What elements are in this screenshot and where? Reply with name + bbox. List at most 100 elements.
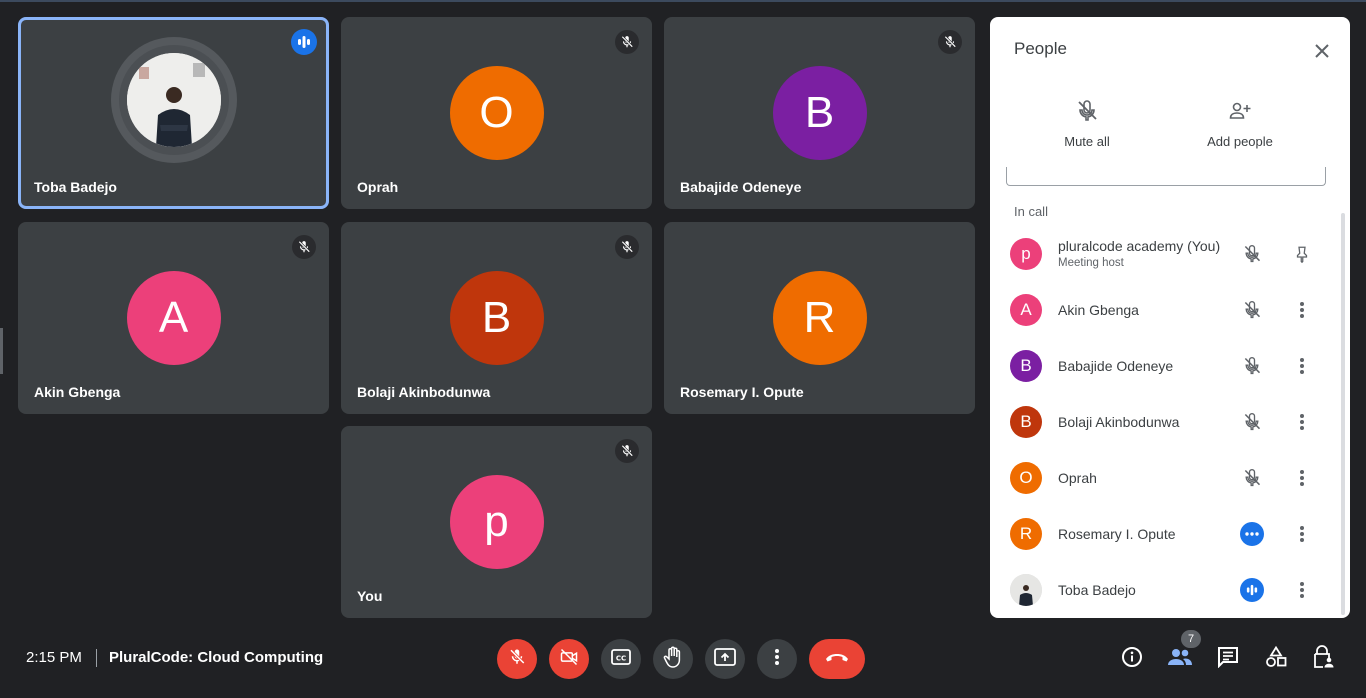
mic-off-icon (615, 30, 639, 54)
mic-off-icon (615, 235, 639, 259)
tile-name: Babajide Odeneye (680, 179, 802, 195)
more-options-icon[interactable] (1290, 354, 1314, 378)
mic-off-icon (508, 648, 526, 671)
connecting-icon (1240, 522, 1264, 546)
side-edge-handle[interactable] (0, 328, 3, 374)
add-people-button[interactable]: Add people (1185, 99, 1295, 149)
in-call-heading: In call (1014, 204, 1048, 219)
video-tile[interactable]: R Rosemary I. Opute (664, 222, 975, 414)
more-options-icon[interactable] (1290, 522, 1314, 546)
avatar: B (1010, 406, 1042, 438)
list-item[interactable]: p pluralcode academy (You) Meeting host (990, 226, 1340, 282)
person-role: Meeting host (1058, 257, 1124, 269)
avatar: O (449, 66, 544, 160)
mic-off-icon (1240, 466, 1264, 490)
scrollbar[interactable] (1341, 213, 1345, 615)
window-top-border (0, 0, 1366, 2)
lock-person-icon (1313, 644, 1335, 674)
avatar: R (1010, 518, 1042, 550)
leave-call-button[interactable] (809, 639, 865, 679)
present-screen-button[interactable] (705, 639, 745, 679)
panel-title: People (1014, 39, 1067, 58)
bottom-toolbar: 2:15 PM PluralCode: Cloud Computing CC 7 (0, 628, 1366, 688)
info-icon (1121, 646, 1143, 673)
person-name: Toba Badejo (1058, 582, 1136, 598)
list-item[interactable]: Toba Badejo (990, 562, 1340, 618)
video-tile-self[interactable]: p You (341, 426, 652, 618)
more-options-icon[interactable] (1290, 410, 1314, 434)
hand-icon (663, 646, 683, 673)
pin-icon[interactable] (1290, 242, 1314, 266)
video-tile[interactable]: O Oprah (341, 17, 652, 209)
people-panel: People Mute all Add people In call p plu… (990, 17, 1350, 618)
mic-off-icon (1240, 242, 1264, 266)
close-icon[interactable] (1308, 37, 1336, 65)
list-item[interactable]: B Babajide Odeneye (990, 338, 1340, 394)
mic-off-icon (615, 439, 639, 463)
tile-name: Rosemary I. Opute (680, 384, 804, 400)
tile-name: You (357, 588, 383, 604)
speaking-ring (110, 37, 237, 163)
more-options-icon[interactable] (1290, 578, 1314, 602)
mute-all-button[interactable]: Mute all (1032, 99, 1142, 149)
mic-off-icon (1240, 298, 1264, 322)
host-controls-button[interactable] (1311, 644, 1337, 674)
activities-button[interactable] (1263, 645, 1289, 673)
list-item[interactable]: B Bolaji Akinbodunwa (990, 394, 1340, 450)
person-name: Akin Gbenga (1058, 302, 1139, 318)
divider (96, 649, 97, 667)
more-options-icon[interactable] (1290, 298, 1314, 322)
avatar: R (772, 271, 867, 365)
people-button[interactable] (1167, 646, 1193, 672)
mic-off-icon (292, 235, 316, 259)
video-tile[interactable]: A Akin Gbenga (18, 222, 329, 414)
mic-off-icon (1240, 410, 1264, 434)
raise-hand-button[interactable] (653, 639, 693, 679)
person-name: Bolaji Akinbodunwa (1058, 414, 1180, 430)
mute-all-label: Mute all (1064, 134, 1110, 149)
avatar: B (449, 271, 544, 365)
mic-off-icon (938, 30, 962, 54)
search-people-input[interactable] (1006, 167, 1326, 186)
meeting-title: PluralCode: Cloud Computing (109, 649, 324, 666)
toggle-camera-button[interactable] (549, 639, 589, 679)
add-person-icon (1228, 102, 1252, 127)
people-icon (1167, 647, 1193, 672)
list-item[interactable]: O Oprah (990, 450, 1340, 506)
list-item[interactable]: A Akin Gbenga (990, 282, 1340, 338)
person-name: Babajide Odeneye (1058, 358, 1174, 374)
tile-name: Bolaji Akinbodunwa (357, 384, 491, 400)
person-name: pluralcode academy (You) (1058, 238, 1221, 254)
meeting-details-button[interactable] (1119, 646, 1145, 672)
person-name: Oprah (1058, 470, 1097, 486)
chat-icon (1217, 646, 1239, 673)
avatar (1010, 574, 1042, 606)
person-name: Rosemary I. Opute (1058, 526, 1176, 542)
avatar: A (126, 271, 221, 365)
more-vert-icon (774, 648, 780, 671)
chat-button[interactable] (1215, 646, 1241, 672)
activities-icon (1265, 645, 1287, 673)
closed-captions-icon: CC (611, 648, 631, 670)
avatar: O (1010, 462, 1042, 494)
video-tile[interactable]: B Bolaji Akinbodunwa (341, 222, 652, 414)
avatar: p (1010, 238, 1042, 270)
list-item[interactable]: R Rosemary I. Opute (990, 506, 1340, 562)
camera-off-icon (559, 647, 579, 672)
captions-button[interactable]: CC (601, 639, 641, 679)
speaking-indicator-icon (291, 29, 317, 55)
hangup-icon (824, 650, 850, 668)
add-people-label: Add people (1207, 134, 1273, 149)
video-tile[interactable]: B Babajide Odeneye (664, 17, 975, 209)
video-tile[interactable]: Toba Badejo (18, 17, 329, 209)
more-options-button[interactable] (757, 639, 797, 679)
avatar: A (1010, 294, 1042, 326)
toggle-microphone-button[interactable] (497, 639, 537, 679)
mic-off-icon (1240, 354, 1264, 378)
participant-photo (126, 53, 221, 147)
more-options-icon[interactable] (1290, 466, 1314, 490)
mute-all-icon (1075, 100, 1099, 127)
tile-name: Oprah (357, 179, 399, 195)
clock: 2:15 PM (26, 649, 82, 666)
tile-name: Toba Badejo (34, 179, 117, 195)
